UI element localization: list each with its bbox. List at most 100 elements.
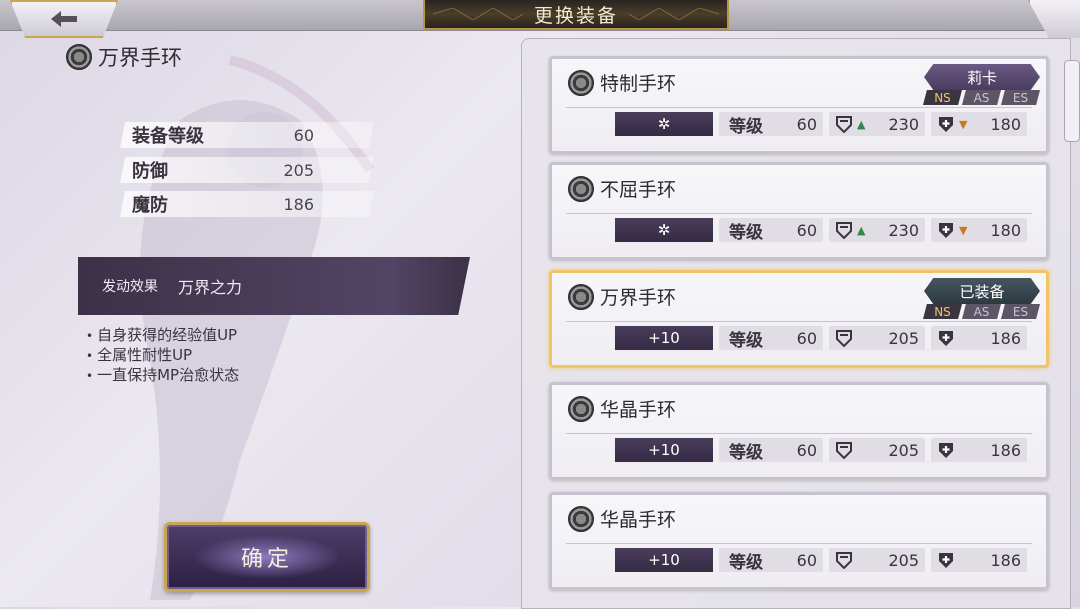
bracelet-icon	[568, 69, 594, 96]
defense-value: 205	[888, 550, 919, 570]
card-title: 华晶手环	[568, 505, 676, 532]
level-label: 等级	[729, 222, 763, 243]
level-chip: 等级 60	[719, 438, 823, 463]
back-arrow-icon	[51, 11, 77, 27]
arrow-down-icon: ▼	[959, 223, 968, 237]
magic-shield-icon	[937, 115, 955, 133]
stat-label: 装备等级	[132, 126, 204, 147]
equipment-card[interactable]: 华晶手环 +10 等级 60 205 186	[549, 382, 1049, 480]
magic-defense-chip: ▼ 180	[931, 112, 1027, 136]
effect-list-item: 自身获得的经验值UP	[86, 326, 239, 346]
bracelet-icon	[568, 505, 594, 532]
card-divider	[566, 213, 1032, 214]
effect-list: 自身获得的经验值UP 全属性耐性UP 一直保持MP治愈状态	[86, 326, 239, 386]
level-value: 60	[796, 114, 817, 134]
stat-row-level: 装备等级 60	[120, 122, 374, 148]
level-chip: 等级 60	[719, 218, 823, 243]
card-name: 华晶手环	[600, 509, 677, 531]
level-chip: 等级 60	[719, 112, 823, 137]
level-value: 60	[796, 328, 817, 348]
magic-defense-chip: 186	[931, 438, 1027, 462]
back-button[interactable]	[10, 0, 118, 38]
defense-chip: 205	[829, 548, 925, 572]
stat-row-magic-defense: 魔防 186	[120, 191, 374, 217]
card-name: 不屈手环	[600, 179, 677, 201]
shield-icon	[835, 221, 853, 239]
bracelet-icon	[66, 44, 92, 70]
stat-label: 魔防	[132, 195, 168, 216]
magic-defense-chip: ▼ 180	[931, 218, 1027, 242]
defense-value: 205	[888, 440, 919, 460]
card-name: 万界手环	[600, 287, 677, 309]
card-title: 华晶手环	[568, 395, 676, 422]
magic-defense-value: 186	[990, 550, 1021, 570]
effect-header: 发动效果 万界之力	[78, 257, 470, 315]
shield-icon	[835, 551, 853, 569]
equipment-card[interactable]: 华晶手环 +10 等级 60 205 186	[549, 492, 1049, 590]
refine-level: ✲	[615, 112, 713, 136]
level-label: 等级	[729, 330, 763, 351]
refine-level: ✲	[615, 218, 713, 242]
magic-shield-icon	[937, 329, 955, 347]
magic-shield-icon	[937, 221, 955, 239]
magic-shield-icon	[937, 551, 955, 569]
skill-tag: AS	[962, 304, 1001, 319]
defense-value: 230	[888, 220, 919, 240]
skill-tag: ES	[1001, 90, 1040, 105]
magic-defense-value: 180	[990, 220, 1021, 240]
card-title: 不屈手环	[568, 175, 676, 202]
card-stats: ✲ 等级 60 ▲ 230 ▼ 180	[615, 218, 1027, 244]
selected-item-title: 万界手环	[66, 42, 182, 72]
skill-tag: NS	[923, 90, 962, 105]
card-name: 特制手环	[600, 73, 677, 95]
defense-chip: 205	[829, 326, 925, 350]
card-name: 华晶手环	[600, 399, 677, 421]
defense-value: 205	[888, 328, 919, 348]
card-divider	[566, 107, 1032, 108]
shield-icon	[835, 115, 853, 133]
magic-defense-value: 186	[990, 440, 1021, 460]
owner-badge: 莉卡	[924, 64, 1040, 90]
card-divider	[566, 321, 1032, 322]
magic-defense-chip: 186	[931, 548, 1027, 572]
level-value: 60	[796, 220, 817, 240]
equipment-card[interactable]: 万界手环 已装备 NS AS ES +10 等级 60 205 186	[549, 270, 1049, 368]
magic-shield-icon	[937, 441, 955, 459]
arrow-down-icon: ▼	[959, 117, 968, 131]
page-title-text: 更换装备	[533, 4, 618, 27]
level-label: 等级	[729, 116, 763, 137]
defense-chip: ▲ 230	[829, 112, 925, 136]
equipment-card[interactable]: 特制手环 莉卡 NS AS ES ✲ 等级 60 ▲ 230 ▼ 180	[549, 56, 1049, 154]
skill-tags: NS AS ES	[923, 304, 1040, 319]
level-chip: 等级 60	[719, 326, 823, 351]
bracelet-icon	[568, 283, 594, 310]
selected-item-name: 万界手环	[98, 46, 182, 70]
effect-key-label: 发动效果	[102, 279, 158, 295]
page-title: 更换装备	[423, 0, 729, 30]
card-divider	[566, 543, 1032, 544]
stat-value: 205	[283, 160, 314, 180]
refine-level: +10	[615, 326, 713, 350]
magic-defense-value: 186	[990, 328, 1021, 348]
skill-tag: NS	[923, 304, 962, 319]
card-title: 特制手环	[568, 69, 676, 96]
confirm-button[interactable]: 确定	[164, 522, 370, 592]
equipped-badge: 已装备	[924, 278, 1040, 304]
equipment-card[interactable]: 不屈手环 ✲ 等级 60 ▲ 230 ▼ 180	[549, 162, 1049, 260]
level-value: 60	[796, 440, 817, 460]
stat-row-defense: 防御 205	[120, 157, 374, 183]
bracelet-icon	[568, 395, 594, 422]
list-scrollbar[interactable]	[1064, 60, 1080, 142]
card-title: 万界手环	[568, 283, 676, 310]
skill-tag: AS	[962, 90, 1001, 105]
shield-icon	[835, 329, 853, 347]
card-stats: ✲ 等级 60 ▲ 230 ▼ 180	[615, 112, 1027, 138]
skill-tag: ES	[1001, 304, 1040, 319]
effect-list-item: 全属性耐性UP	[86, 346, 239, 366]
card-stats: +10 等级 60 205 186	[615, 548, 1027, 574]
card-stats: +10 等级 60 205 186	[615, 438, 1027, 464]
level-value: 60	[796, 550, 817, 570]
stat-label: 防御	[132, 161, 168, 182]
shield-icon	[835, 441, 853, 459]
defense-value: 230	[888, 114, 919, 134]
